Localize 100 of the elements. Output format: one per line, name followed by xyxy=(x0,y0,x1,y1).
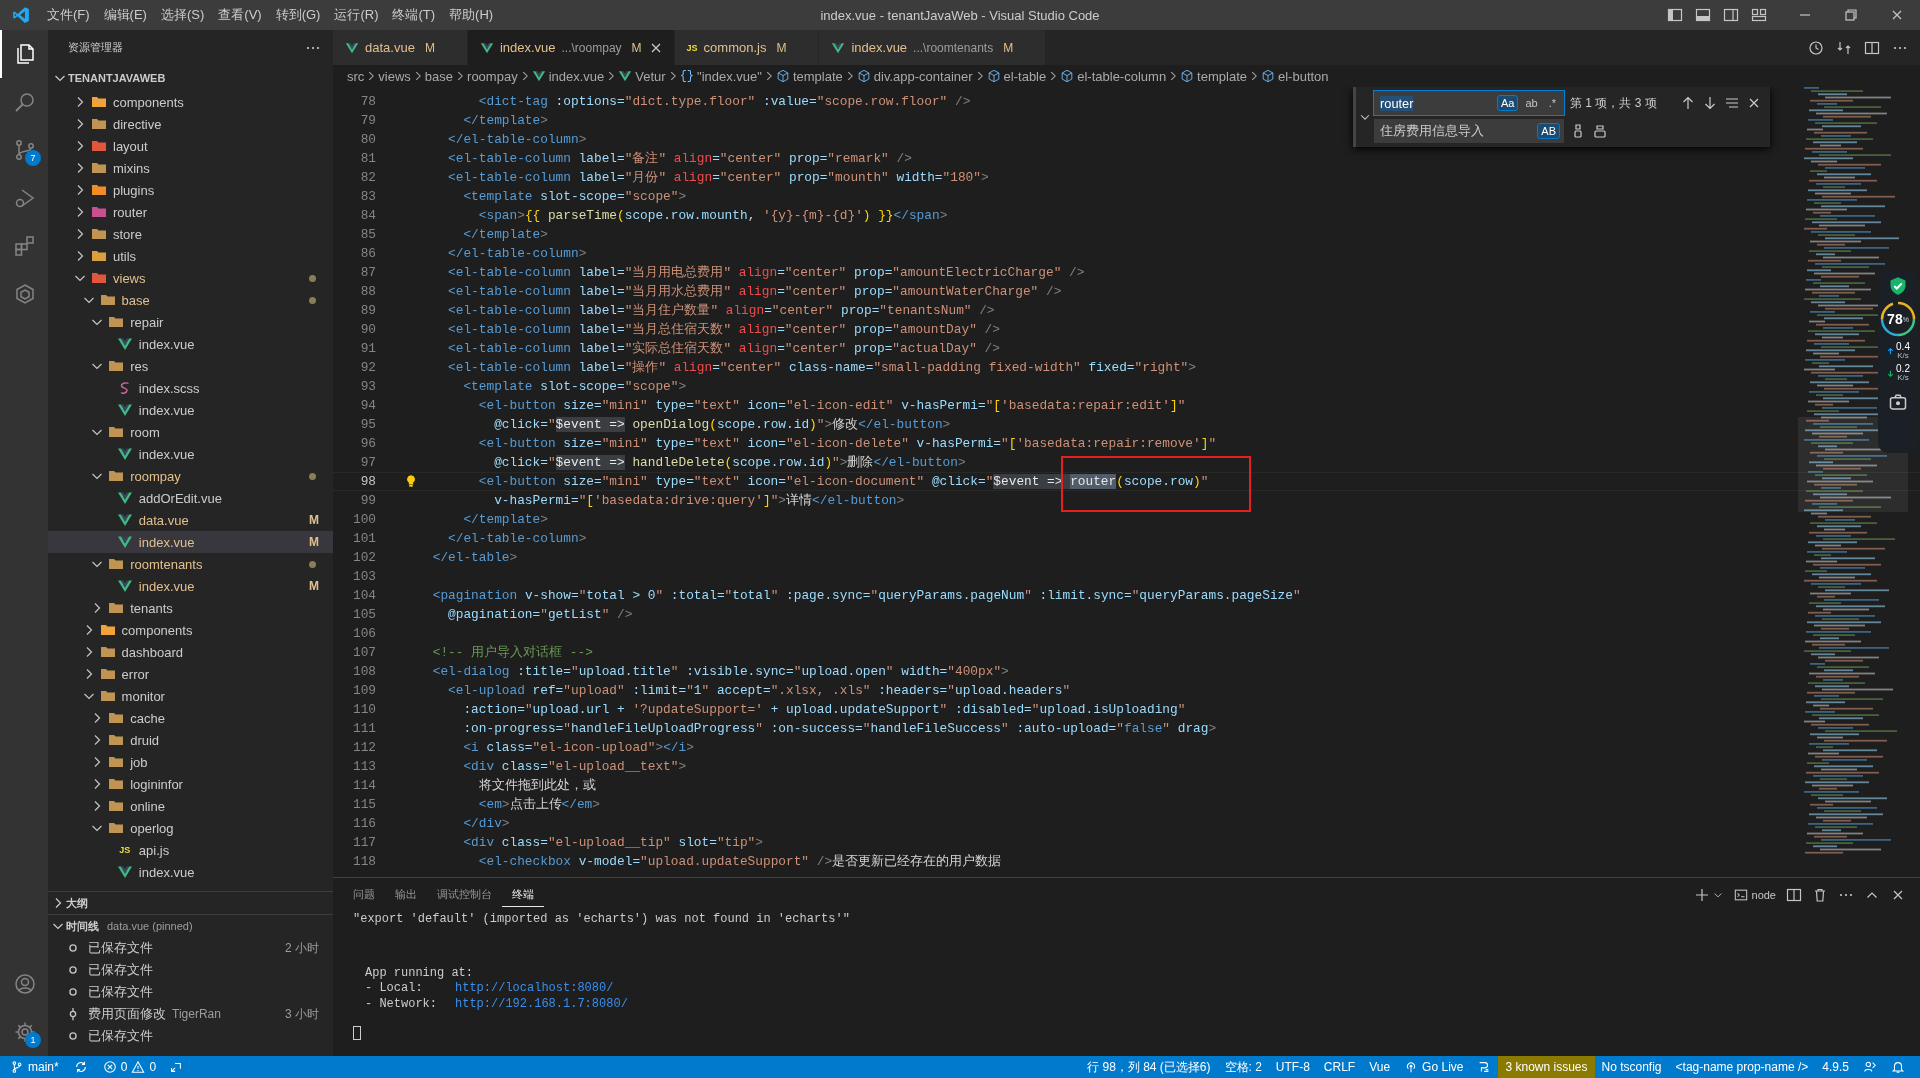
file-item[interactable]: addOrEdit.vue xyxy=(48,487,333,509)
split-layout-icon[interactable] xyxy=(1723,7,1739,23)
find-field[interactable]: router Aa ab .* xyxy=(1374,91,1564,115)
branch-button[interactable]: main* xyxy=(0,1056,66,1078)
breadcrumb-item[interactable]: src xyxy=(347,68,365,84)
panel-tab[interactable]: 终端 xyxy=(502,883,544,907)
folder-item[interactable]: router xyxy=(48,201,333,223)
folder-item[interactable]: components xyxy=(48,91,333,113)
split-editor-icon[interactable] xyxy=(1864,39,1880,56)
compare-icon[interactable] xyxy=(1836,39,1852,56)
plus-icon[interactable] xyxy=(1693,887,1710,903)
replace-all-icon[interactable] xyxy=(1592,123,1608,139)
file-item[interactable]: data.vue M xyxy=(48,509,333,531)
folder-item[interactable]: tenants xyxy=(48,597,333,619)
breadcrumb-item[interactable]: template xyxy=(775,68,843,84)
folder-item[interactable]: monitor xyxy=(48,685,333,707)
breadcrumb-item[interactable]: roompay xyxy=(467,68,518,84)
timeline-item[interactable]: 已保存文件 xyxy=(48,981,333,1003)
file-item[interactable]: index.vue xyxy=(48,399,333,421)
go-live-button[interactable]: Go Live xyxy=(1397,1056,1471,1078)
folder-item[interactable]: online xyxy=(48,795,333,817)
file-item[interactable]: index.scss xyxy=(48,377,333,399)
menu-item[interactable]: 选择(S) xyxy=(153,0,212,30)
folder-item[interactable]: roompay xyxy=(48,465,333,487)
panel-tab[interactable]: 问题 xyxy=(343,883,385,907)
folder-item[interactable]: job xyxy=(48,751,333,773)
editor-tab[interactable]: JS common.js M xyxy=(674,30,820,65)
status-item[interactable]: <tag-name prop-name /> xyxy=(1668,1056,1816,1078)
terminal-selector[interactable]: node xyxy=(1733,888,1776,902)
menu-item[interactable]: 帮助(H) xyxy=(442,0,501,30)
folder-item[interactable]: utils xyxy=(48,245,333,267)
camera-icon[interactable] xyxy=(1888,392,1908,412)
file-item[interactable]: index.vue M xyxy=(48,575,333,597)
timeline-item[interactable]: 已保存文件 xyxy=(48,959,333,981)
terminal-link[interactable]: http://localhost:8080/ xyxy=(455,981,614,997)
status-item[interactable]: UTF-8 xyxy=(1268,1056,1317,1078)
editor-tab[interactable]: index.vue ...\roomtenants M xyxy=(819,30,1047,65)
breadcrumb-item[interactable]: index.vue xyxy=(531,68,605,84)
editor-tab[interactable]: index.vue ...\roompay M xyxy=(467,30,675,65)
layout-grid-icon[interactable] xyxy=(1751,7,1767,23)
folder-item[interactable]: directive xyxy=(48,113,333,135)
toggle-option[interactable]: ab xyxy=(1521,95,1542,111)
panel-tab[interactable]: 调试控制台 xyxy=(427,883,502,907)
panel-tab[interactable]: 输出 xyxy=(385,883,427,907)
timeline-item[interactable]: 费用页面修改 TigerRan 3 小时 xyxy=(48,1003,333,1025)
file-item[interactable]: JS api.js xyxy=(48,839,333,861)
panel-toggle-icon[interactable] xyxy=(1695,7,1711,23)
folder-item[interactable]: res xyxy=(48,355,333,377)
status-item[interactable]: No tsconfig xyxy=(1594,1056,1669,1078)
folder-item[interactable]: store xyxy=(48,223,333,245)
folder-item[interactable]: error xyxy=(48,663,333,685)
feedback-icon[interactable] xyxy=(1863,1060,1877,1074)
breadcrumb-item[interactable]: {} "index.vue" xyxy=(679,68,762,84)
folder-item[interactable]: mixins xyxy=(48,157,333,179)
menu-item[interactable]: 编辑(E) xyxy=(96,0,154,30)
toggle-option[interactable]: Aa xyxy=(1496,95,1519,111)
file-item[interactable]: index.vue xyxy=(48,333,333,355)
folder-item[interactable]: base xyxy=(48,289,333,311)
editor-tab[interactable]: data.vue M xyxy=(333,30,468,65)
timeline-item[interactable]: 已保存文件 2 小时 xyxy=(48,937,333,959)
status-item[interactable]: CRLF xyxy=(1316,1056,1363,1078)
replace-field[interactable]: 住房费用信息导入 AB xyxy=(1374,119,1564,143)
status-item[interactable]: 3 known issues xyxy=(1498,1056,1595,1078)
folder-item[interactable]: components xyxy=(48,619,333,641)
breadcrumb-item[interactable]: base xyxy=(424,68,454,84)
folder-item[interactable]: druid xyxy=(48,729,333,751)
file-item[interactable]: index.vue xyxy=(48,443,333,465)
file-item[interactable]: index.vue xyxy=(48,861,333,883)
status-item[interactable]: 空格: 2 xyxy=(1217,1056,1269,1078)
file-item[interactable]: index.vue M xyxy=(48,531,333,553)
breadcrumb-item[interactable]: div.app-container xyxy=(856,68,973,84)
folder-item[interactable]: logininfor xyxy=(48,773,333,795)
lines-icon[interactable] xyxy=(1724,95,1740,111)
menu-item[interactable]: 查看(V) xyxy=(211,0,269,30)
sync-icon[interactable] xyxy=(73,1060,88,1074)
toggle-option[interactable]: .* xyxy=(1544,95,1560,111)
folder-item[interactable]: roomtenants xyxy=(48,553,333,575)
breadcrumb-item[interactable]: template xyxy=(1180,68,1247,84)
status-item[interactable]: 行 98，列 84 (已选择6) xyxy=(1080,1056,1218,1078)
breadcrumb-item[interactable]: el-button xyxy=(1261,68,1329,84)
arrow-up-icon[interactable] xyxy=(1680,95,1696,111)
breadcrumb-item[interactable]: el-table-column xyxy=(1060,68,1167,84)
folder-item[interactable]: dashboard xyxy=(48,641,333,663)
menu-item[interactable]: 运行(R) xyxy=(327,0,386,30)
sidebar-toggle-icon[interactable] xyxy=(1667,7,1683,23)
folder-item[interactable]: layout xyxy=(48,135,333,157)
live-share-icon[interactable] xyxy=(169,1060,184,1074)
history-icon[interactable] xyxy=(1808,39,1824,56)
restore-icon[interactable] xyxy=(1843,7,1859,23)
menu-item[interactable]: 终端(T) xyxy=(385,0,443,30)
folder-item[interactable]: cache xyxy=(48,707,333,729)
status-item[interactable]: 4.9.5 xyxy=(1815,1056,1856,1078)
timeline-item[interactable]: 已保存文件 xyxy=(48,1025,333,1047)
toggle-option[interactable]: AB xyxy=(1537,123,1560,139)
split-terminal-icon[interactable] xyxy=(1786,887,1802,903)
folder-item[interactable]: room xyxy=(48,421,333,443)
breadcrumb-item[interactable]: views xyxy=(378,68,411,84)
terminal-link[interactable]: http://192.168.1.7:8080/ xyxy=(455,996,628,1012)
bell-icon[interactable] xyxy=(1891,1060,1905,1074)
arrow-down-icon[interactable] xyxy=(1702,95,1718,111)
